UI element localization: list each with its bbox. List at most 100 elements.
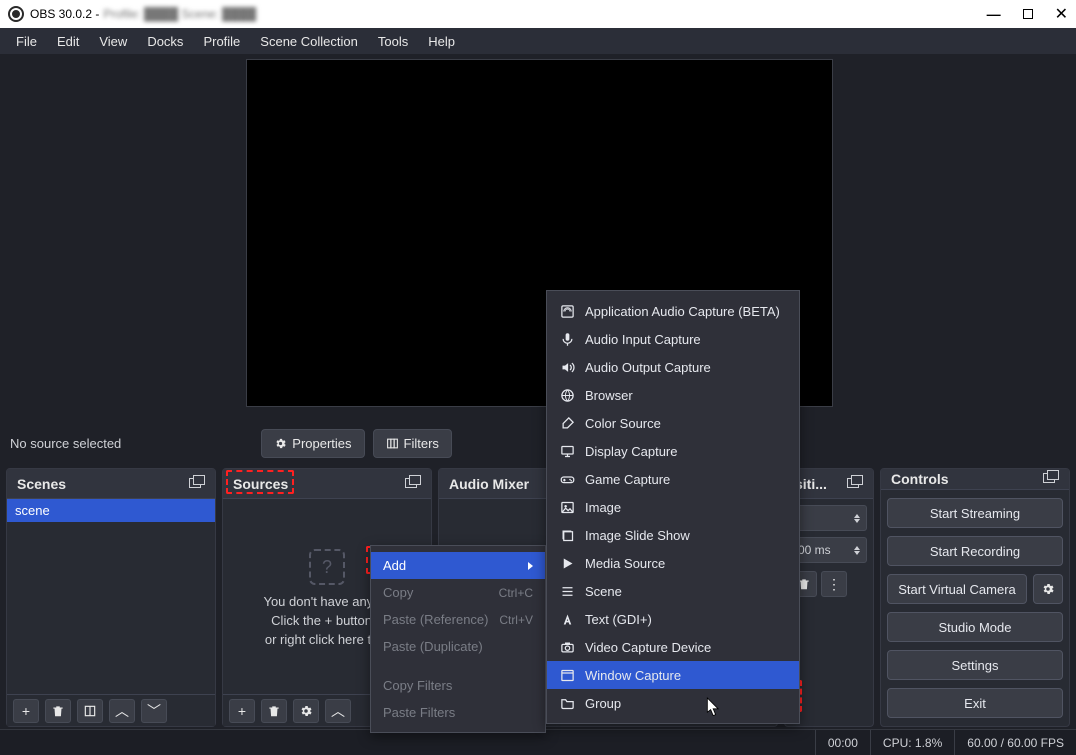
gear-icon	[274, 437, 287, 450]
menu-add[interactable]: Add	[371, 552, 545, 579]
window-icon	[559, 667, 575, 683]
filters-button[interactable]: Filters	[373, 429, 452, 458]
spinner-icon	[854, 546, 860, 555]
menu-paste-filters[interactable]: Paste Filters	[371, 699, 545, 726]
dock-scenes-footer: + ︿ ﹀	[7, 694, 215, 726]
add-media-source[interactable]: Media Source	[547, 549, 799, 577]
add-window-capture[interactable]: Window Capture	[547, 661, 799, 689]
properties-button[interactable]: Properties	[261, 429, 364, 458]
transition-select[interactable]	[791, 505, 867, 531]
menu-copy-filters[interactable]: Copy Filters	[371, 672, 545, 699]
image-icon	[559, 499, 575, 515]
play-icon	[559, 555, 575, 571]
menu-copy[interactable]: CopyCtrl+C	[371, 579, 545, 606]
dock-sources-header[interactable]: Sources	[223, 469, 431, 499]
close-button[interactable]: ✕	[1055, 4, 1068, 24]
exit-button[interactable]: Exit	[887, 688, 1063, 718]
menu-view[interactable]: View	[89, 34, 137, 49]
menubar: File Edit View Docks Profile Scene Colle…	[0, 28, 1076, 54]
popout-icon[interactable]	[405, 478, 421, 490]
app-title-obscured: Profile: ████ Scene: ████	[103, 7, 256, 21]
window-controls: — ✕	[987, 4, 1068, 24]
add-source-button[interactable]: +	[229, 699, 255, 723]
add-app-audio-capture[interactable]: Application Audio Capture (BETA)	[547, 297, 799, 325]
menu-edit[interactable]: Edit	[47, 34, 89, 49]
add-image-slideshow[interactable]: Image Slide Show	[547, 521, 799, 549]
dock-controls-title: Controls	[891, 471, 949, 487]
scene-down-button[interactable]: ﹀	[141, 699, 167, 723]
dock-sources-title: Sources	[233, 476, 288, 492]
slides-icon	[559, 527, 575, 543]
transition-more-button[interactable]: ⋮	[821, 571, 847, 597]
menu-profile[interactable]: Profile	[193, 34, 250, 49]
add-image[interactable]: Image	[547, 493, 799, 521]
titlebar: OBS 30.0.2 - Profile: ████ Scene: ████ —…	[0, 0, 1076, 28]
gear-icon	[1041, 582, 1055, 596]
workspace: No source selected Properties Filters Sc…	[0, 54, 1076, 755]
mouse-cursor-icon	[707, 698, 721, 718]
trash-icon	[51, 704, 65, 718]
add-group[interactable]: Group	[547, 689, 799, 717]
filters-icon	[386, 437, 399, 450]
popout-icon[interactable]	[1043, 473, 1059, 485]
dock-controls-header[interactable]: Controls	[881, 469, 1069, 490]
add-audio-output[interactable]: Audio Output Capture	[547, 353, 799, 381]
status-cpu: CPU: 1.8%	[870, 730, 954, 755]
add-scene[interactable]: Scene	[547, 577, 799, 605]
add-browser[interactable]: Browser	[547, 381, 799, 409]
menu-paste-reference[interactable]: Paste (Reference)Ctrl+V	[371, 606, 545, 633]
dock-scenes: Scenes scene + ︿ ﹀	[6, 468, 216, 727]
source-up-button[interactable]: ︿	[325, 699, 351, 723]
settings-button[interactable]: Settings	[887, 650, 1063, 680]
globe-icon	[559, 387, 575, 403]
brush-icon	[559, 415, 575, 431]
virtual-camera-gear-button[interactable]	[1033, 574, 1063, 604]
text-icon	[559, 611, 575, 627]
menu-help[interactable]: Help	[418, 34, 465, 49]
maximize-button[interactable]	[1023, 9, 1033, 19]
gamepad-icon	[559, 471, 575, 487]
delete-scene-button[interactable]	[45, 699, 71, 723]
source-settings-button[interactable]	[293, 699, 319, 723]
menu-docks[interactable]: Docks	[137, 34, 193, 49]
source-selection-status: No source selected	[8, 436, 121, 451]
sources-empty-icon: ?	[309, 549, 345, 585]
scene-filter-button[interactable]	[77, 699, 103, 723]
add-text[interactable]: Text (GDI+)	[547, 605, 799, 633]
menu-paste-duplicate[interactable]: Paste (Duplicate)	[371, 633, 545, 660]
context-menu-sources: Add CopyCtrl+C Paste (Reference)Ctrl+V P…	[370, 545, 546, 733]
add-video-capture[interactable]: Video Capture Device	[547, 633, 799, 661]
add-audio-input[interactable]: Audio Input Capture	[547, 325, 799, 353]
scene-up-button[interactable]: ︿	[109, 699, 135, 723]
studio-mode-button[interactable]: Studio Mode	[887, 612, 1063, 642]
start-virtual-camera-button[interactable]: Start Virtual Camera	[887, 574, 1027, 604]
gear-icon	[299, 704, 313, 718]
minimize-button[interactable]: —	[987, 6, 1001, 22]
scene-item-selected[interactable]: scene	[7, 499, 215, 522]
start-streaming-button[interactable]: Start Streaming	[887, 498, 1063, 528]
status-time: 00:00	[815, 730, 870, 755]
dock-controls: Controls Start Streaming Start Recording…	[880, 468, 1070, 727]
dock-scenes-title: Scenes	[17, 476, 66, 492]
obs-logo-icon	[8, 6, 24, 22]
mic-icon	[559, 331, 575, 347]
add-display-capture[interactable]: Display Capture	[547, 437, 799, 465]
context-menu-add-source: Application Audio Capture (BETA) Audio I…	[546, 290, 800, 724]
popout-icon[interactable]	[847, 478, 863, 490]
menu-scene-collection[interactable]: Scene Collection	[250, 34, 368, 49]
dock-scenes-header[interactable]: Scenes	[7, 469, 215, 499]
display-icon	[559, 443, 575, 459]
add-color-source[interactable]: Color Source	[547, 409, 799, 437]
popout-icon[interactable]	[189, 478, 205, 490]
start-recording-button[interactable]: Start Recording	[887, 536, 1063, 566]
app-audio-icon	[559, 303, 575, 319]
add-game-capture[interactable]: Game Capture	[547, 465, 799, 493]
spinner-icon	[854, 514, 860, 523]
menu-tools[interactable]: Tools	[368, 34, 418, 49]
status-fps: 60.00 / 60.00 FPS	[954, 730, 1076, 755]
add-scene-button[interactable]: +	[13, 699, 39, 723]
delete-source-button[interactable]	[261, 699, 287, 723]
dock-mixer-title: Audio Mixer	[449, 476, 529, 492]
menu-file[interactable]: File	[6, 34, 47, 49]
transition-duration[interactable]: 00 ms	[791, 537, 867, 563]
